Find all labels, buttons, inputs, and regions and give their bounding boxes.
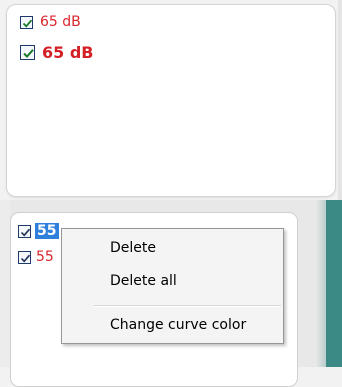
check-icon <box>22 19 33 28</box>
legend-checkbox-2[interactable] <box>20 45 35 60</box>
check-icon <box>23 49 34 58</box>
legend-label-1: 65 dB <box>40 14 81 30</box>
menu-separator <box>94 305 281 307</box>
legend-checkbox-1[interactable] <box>20 15 33 29</box>
legend-item-2[interactable]: 65 dB <box>20 44 93 61</box>
context-menu: Delete Delete all Change curve color <box>61 228 284 344</box>
check-icon <box>20 228 31 236</box>
legend-label-selected[interactable]: 55 <box>35 223 60 239</box>
check-icon <box>20 254 31 262</box>
legend-item-3[interactable]: 55 <box>18 223 60 239</box>
legend-checkbox-3[interactable] <box>18 224 31 238</box>
left-edge-strip <box>0 200 10 367</box>
teal-side-strip <box>316 200 342 367</box>
menu-item-delete[interactable]: Delete <box>110 240 156 256</box>
legend-item-4[interactable]: 55 <box>18 249 54 265</box>
right-edge-strip <box>338 0 342 200</box>
legend-item-1[interactable]: 65 dB <box>20 14 81 30</box>
legend-label-4: 55 <box>36 249 54 265</box>
legend-label-2: 65 dB <box>42 43 94 62</box>
legend-checkbox-4[interactable] <box>18 250 31 264</box>
menu-item-delete-all[interactable]: Delete all <box>110 273 177 289</box>
top-legend-panel: 65 dB 65 dB <box>6 4 336 197</box>
menu-item-change-curve-color[interactable]: Change curve color <box>110 317 246 333</box>
